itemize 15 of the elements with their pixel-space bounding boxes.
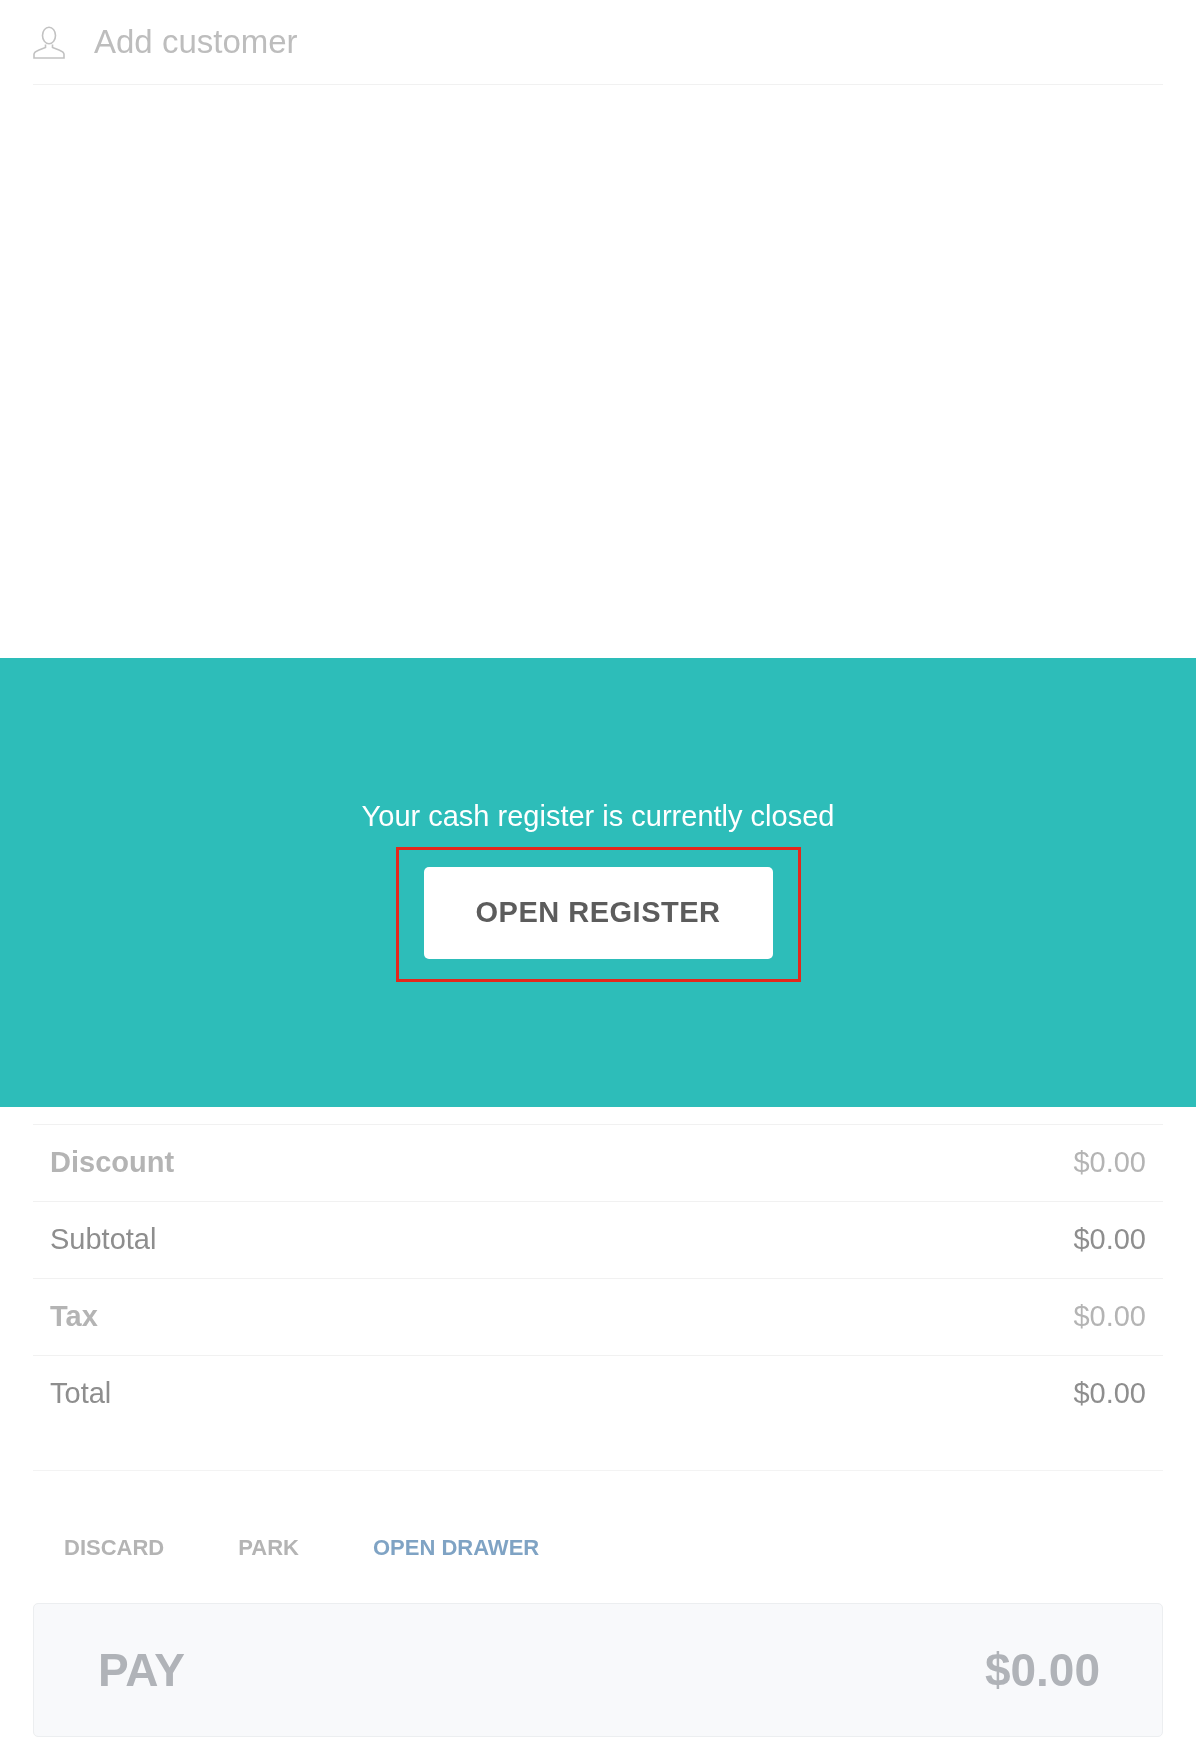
total-label: Total xyxy=(50,1376,112,1412)
add-customer-button[interactable]: Add customer xyxy=(33,12,298,72)
pay-label: PAY xyxy=(98,1642,185,1698)
total-amount: $0.00 xyxy=(1073,1145,1146,1181)
total-label: Discount xyxy=(50,1145,175,1181)
pay-amount: $0.00 xyxy=(984,1642,1100,1698)
total-amount: $0.00 xyxy=(1073,1376,1146,1412)
person-icon xyxy=(33,25,65,59)
total-amount: $0.00 xyxy=(1073,1299,1146,1335)
action-link[interactable]: OPEN DRAWER xyxy=(372,1533,540,1563)
open-register-button[interactable]: OPEN REGISTER xyxy=(423,867,773,959)
total-label: Tax xyxy=(50,1299,98,1335)
total-label: Subtotal xyxy=(50,1222,157,1258)
register-closed-message: Your cash register is currently closed xyxy=(361,799,835,834)
total-amount: $0.00 xyxy=(1073,1222,1146,1258)
